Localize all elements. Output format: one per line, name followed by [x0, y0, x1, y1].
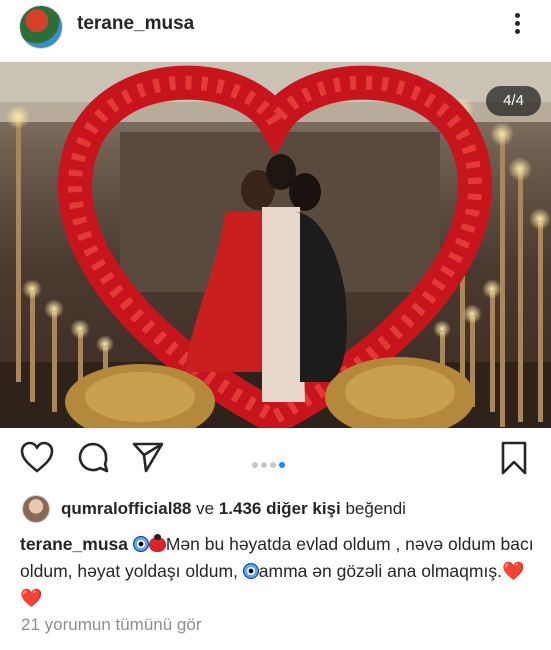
post-photo[interactable]: 4/4	[0, 62, 551, 428]
photo-counter: 4/4	[486, 86, 541, 116]
view-comments-link[interactable]: 21 yorumun tümünü gör	[21, 615, 202, 635]
post-caption: terane_musa Mən bu həyatda evlad oldum ,…	[20, 531, 535, 612]
caption-text-2: amma ən gözəli ana olmaqmış.	[258, 561, 502, 581]
post-header: terane_musa	[0, 0, 551, 55]
more-options-button[interactable]	[507, 10, 527, 40]
carousel-dot	[252, 462, 258, 468]
carousel-dot	[270, 462, 276, 468]
evil-eye-emoji	[132, 536, 149, 552]
bookmark-icon[interactable]	[498, 440, 530, 476]
likes-suffix: beğendi	[345, 499, 406, 518]
comment-icon[interactable]	[76, 440, 110, 474]
likes-others[interactable]: 1.436 diğer kişi	[219, 499, 341, 518]
ladybug-emoji	[148, 534, 166, 552]
likes-summary[interactable]: qumralofficial88 ve 1.436 diğer kişi beğ…	[61, 499, 406, 519]
carousel-dot-active	[279, 462, 285, 468]
profile-avatar[interactable]	[19, 5, 63, 49]
share-icon[interactable]	[131, 440, 165, 474]
likes-row: qumralofficial88 ve 1.436 diğer kişi beğ…	[0, 495, 551, 525]
caption-author[interactable]: terane_musa	[20, 534, 128, 554]
photo-scene	[0, 62, 551, 428]
more-icon	[514, 13, 520, 18]
likes-connector: ve	[196, 499, 215, 518]
username-link[interactable]: terane_musa	[77, 13, 194, 35]
carousel-indicator	[252, 455, 288, 473]
liker-username[interactable]: qumralofficial88	[61, 499, 191, 518]
heart-icon[interactable]	[19, 440, 55, 474]
carousel-dot	[261, 462, 267, 468]
evil-eye-emoji	[242, 563, 259, 579]
liker-avatar[interactable]	[22, 495, 50, 523]
